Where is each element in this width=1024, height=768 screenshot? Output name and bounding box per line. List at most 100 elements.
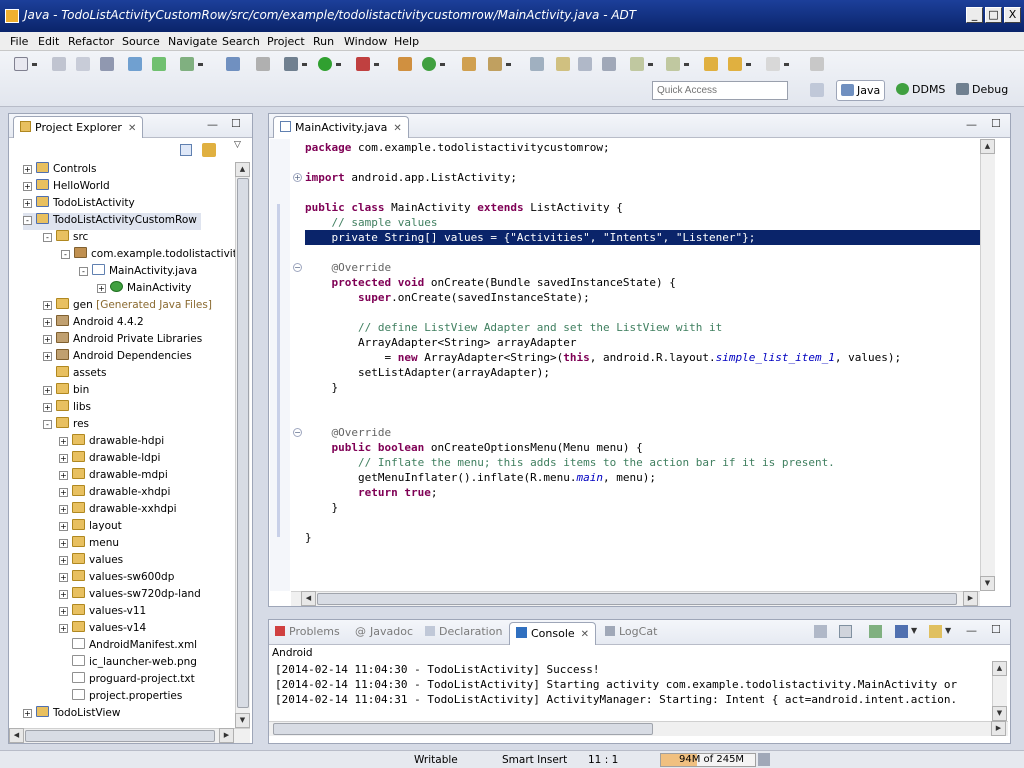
tree-item[interactable]: + values-v11 (59, 604, 146, 621)
close-icon[interactable]: ✕ (393, 123, 401, 134)
tab-console[interactable]: Console ✕ (509, 622, 597, 645)
scroll-left-icon[interactable]: ◀ (301, 591, 316, 606)
maximize-view-icon[interactable]: ☐ (991, 623, 1001, 636)
expand-icon[interactable]: + (23, 165, 32, 174)
tree-item[interactable]: AndroidManifest.xml (59, 638, 197, 655)
scroll-right-icon[interactable]: ▶ (219, 728, 234, 743)
expand-icon[interactable]: + (43, 301, 52, 310)
tree-item[interactable]: + TodoListView (23, 706, 120, 723)
code-line[interactable]: = new ArrayAdapter<String>(this, android… (305, 350, 901, 365)
tree-horizontal-scrollbar[interactable]: ◀ ▶ (9, 728, 250, 743)
run-icon[interactable] (318, 57, 332, 71)
open-console-icon[interactable] (929, 625, 942, 638)
code-line[interactable]: public class MainActivity extends ListAc… (305, 200, 623, 215)
expand-icon[interactable]: + (59, 624, 68, 633)
tree-item[interactable]: + Android 4.4.2 (43, 315, 144, 332)
code-line[interactable]: return true; (305, 485, 438, 500)
scroll-up-icon[interactable]: ▲ (235, 162, 250, 177)
new-icon[interactable] (14, 57, 28, 71)
close-button[interactable]: X (1004, 7, 1021, 23)
new-dropdown-icon[interactable] (32, 63, 37, 66)
garbage-collect-icon[interactable] (758, 753, 770, 766)
console-horizontal-scrollbar[interactable]: ▶ (269, 721, 1008, 736)
tab-javadoc[interactable]: @ Javadoc (355, 625, 413, 638)
expand-icon[interactable]: + (43, 335, 52, 344)
display-console-icon[interactable] (895, 625, 908, 638)
expand-icon[interactable]: + (43, 386, 52, 395)
menu-search[interactable]: Search (222, 35, 260, 48)
tree-item[interactable]: + drawable-xxhdpi (59, 502, 177, 519)
tree-item[interactable]: proguard-project.txt (59, 672, 195, 689)
quick-access-input[interactable] (652, 81, 788, 100)
minimize-view-icon[interactable]: — (207, 118, 218, 131)
code-line[interactable]: import android.app.ListActivity; (305, 170, 517, 185)
open-console-dropdown-icon[interactable]: ▼ (945, 626, 951, 635)
code-line[interactable]: public boolean onCreateOptionsMenu(Menu … (305, 440, 643, 455)
tree-item[interactable]: + gen [Generated Java Files] (43, 298, 212, 315)
show-whitespace-icon[interactable] (578, 57, 592, 71)
external-tools-icon[interactable] (356, 57, 370, 71)
code-line[interactable]: @Override (305, 260, 392, 275)
open-perspective-icon[interactable] (810, 83, 824, 97)
tab-logcat[interactable]: LogCat (605, 625, 657, 638)
tree-item[interactable]: + Controls (23, 162, 96, 179)
tree-item[interactable]: - src (43, 230, 88, 247)
clear-console-icon[interactable] (814, 625, 827, 638)
collapse-fold-icon[interactable]: − (293, 263, 302, 272)
tree-item[interactable]: + MainActivity (97, 281, 191, 298)
expand-icon[interactable]: + (59, 505, 68, 514)
menu-file[interactable]: File (10, 35, 28, 48)
print-icon[interactable] (100, 57, 114, 71)
expand-icon[interactable]: + (43, 352, 52, 361)
expand-icon[interactable]: + (97, 284, 106, 293)
scroll-down-icon[interactable]: ▼ (992, 706, 1007, 721)
menu-edit[interactable]: Edit (38, 35, 59, 48)
tree-item[interactable]: + layout (59, 519, 122, 536)
tree-item[interactable]: + values-v14 (59, 621, 146, 638)
tree-item[interactable]: assets (43, 366, 106, 383)
scroll-right-icon[interactable]: ▶ (963, 591, 978, 606)
next-annotation-dropdown-icon[interactable] (648, 63, 653, 66)
forward-dropdown-icon[interactable] (784, 63, 789, 66)
maximize-view-icon[interactable]: ☐ (991, 117, 1001, 130)
display-console-dropdown-icon[interactable]: ▼ (911, 626, 917, 635)
tree-hscroll-thumb[interactable] (25, 730, 215, 742)
back-icon[interactable] (728, 57, 742, 71)
perspective-debug[interactable]: Debug (952, 80, 1012, 101)
forward-icon[interactable] (766, 57, 780, 71)
tree-item[interactable]: - MainActivity.java (79, 264, 197, 281)
tree-item[interactable]: + drawable-xhdpi (59, 485, 170, 502)
minimize-view-icon[interactable]: — (966, 118, 977, 131)
tree-item[interactable]: + values-sw720dp-land (59, 587, 201, 604)
back-dropdown-icon[interactable] (746, 63, 751, 66)
next-annotation-icon[interactable] (630, 57, 644, 71)
sdk-manager-icon[interactable] (128, 57, 142, 71)
menu-project[interactable]: Project (267, 35, 305, 48)
tab-project-explorer[interactable]: Project Explorer ✕ (13, 116, 144, 138)
editor-horizontal-scrollbar[interactable]: ◀ ▶ (291, 591, 980, 606)
run-dropdown-icon[interactable] (336, 63, 341, 66)
tree-vertical-scrollbar[interactable]: ▲ ▼ (235, 162, 250, 728)
close-icon[interactable]: ✕ (128, 123, 136, 134)
tree-item[interactable]: ic_launcher-web.png (59, 655, 197, 672)
collapse-icon[interactable]: - (23, 216, 32, 225)
collapse-icon[interactable]: - (43, 233, 52, 242)
code-line[interactable]: // define ListView Adapter and set the L… (305, 320, 722, 335)
save-all-icon[interactable] (76, 57, 90, 71)
debug-dropdown-icon[interactable] (302, 63, 307, 66)
skip-breakpoints-icon[interactable] (256, 57, 270, 71)
expand-icon[interactable]: + (59, 539, 68, 548)
avd-manager-icon[interactable] (152, 57, 166, 71)
scroll-down-icon[interactable]: ▼ (980, 576, 995, 591)
code-line[interactable]: getMenuInflater().inflate(R.menu.main, m… (305, 470, 656, 485)
new-java-package-icon[interactable] (398, 57, 412, 71)
editor-vertical-scrollbar[interactable]: ▲ ▼ (980, 139, 995, 591)
menu-help[interactable]: Help (394, 35, 419, 48)
search-icon[interactable] (488, 57, 502, 71)
scroll-right-icon[interactable]: ▶ (991, 721, 1006, 736)
code-line[interactable]: // Inflate the menu; this adds items to … (305, 455, 835, 470)
maximize-view-icon[interactable]: ☐ (231, 117, 241, 130)
expand-icon[interactable]: + (43, 318, 52, 327)
console-vertical-scrollbar[interactable]: ▲ ▼ (992, 661, 1007, 721)
code-line[interactable]: } (305, 380, 338, 395)
